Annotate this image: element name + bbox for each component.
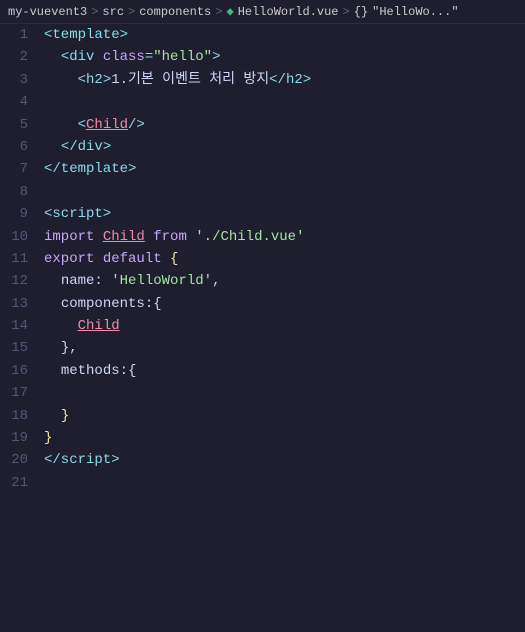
ln-12: 12 bbox=[0, 270, 36, 292]
ln-16: 16 bbox=[0, 360, 36, 382]
vue-icon: ◆ bbox=[226, 4, 233, 19]
ln-17: 17 bbox=[0, 382, 36, 404]
ln-19: 19 bbox=[0, 427, 36, 449]
line-numbers: 1 2 3 4 5 6 7 8 9 10 11 12 13 14 15 16 1… bbox=[0, 24, 36, 494]
code-line-17 bbox=[44, 382, 525, 404]
code-line-6: </div> bbox=[44, 136, 525, 158]
ln-13: 13 bbox=[0, 293, 36, 315]
code-line-15: }, bbox=[44, 337, 525, 359]
ln-20: 20 bbox=[0, 449, 36, 471]
code-line-12: name: 'HelloWorld', bbox=[44, 270, 525, 292]
breadcrumb-components[interactable]: components bbox=[139, 5, 211, 19]
code-lines: <template> <div class="hello"> <h2>1.기본 … bbox=[36, 24, 525, 494]
sep2: > bbox=[128, 5, 135, 19]
ln-11: 11 bbox=[0, 248, 36, 270]
breadcrumb-scope[interactable]: {} bbox=[354, 5, 368, 19]
code-line-8 bbox=[44, 181, 525, 203]
code-line-19: } bbox=[44, 427, 525, 449]
ln-9: 9 bbox=[0, 203, 36, 225]
breadcrumb-symbol[interactable]: "HelloWo..." bbox=[372, 5, 458, 19]
code-line-10: import Child from './Child.vue' bbox=[44, 226, 525, 248]
ln-3: 3 bbox=[0, 69, 36, 91]
code-line-5: <Child/> bbox=[44, 114, 525, 136]
code-line-11: export default { bbox=[44, 248, 525, 270]
code-line-16: methods:{ bbox=[44, 360, 525, 382]
code-line-18: } bbox=[44, 405, 525, 427]
ln-2: 2 bbox=[0, 46, 36, 68]
code-line-4 bbox=[44, 91, 525, 113]
code-line-13: components:{ bbox=[44, 293, 525, 315]
ln-14: 14 bbox=[0, 315, 36, 337]
breadcrumb-file[interactable]: HelloWorld.vue bbox=[238, 5, 339, 19]
sep1: > bbox=[91, 5, 98, 19]
sep3: > bbox=[215, 5, 222, 19]
ln-10: 10 bbox=[0, 226, 36, 248]
code-line-7: </template> bbox=[44, 158, 525, 180]
ln-5: 5 bbox=[0, 114, 36, 136]
code-line-3: <h2>1.기본 이벤트 처리 방지</h2> bbox=[44, 69, 525, 91]
ln-4: 4 bbox=[0, 91, 36, 113]
breadcrumb-project[interactable]: my-vuevent3 bbox=[8, 5, 87, 19]
ln-7: 7 bbox=[0, 158, 36, 180]
breadcrumb: my-vuevent3 > src > components > ◆ Hello… bbox=[0, 0, 525, 24]
code-line-9: <script> bbox=[44, 203, 525, 225]
ln-1: 1 bbox=[0, 24, 36, 46]
breadcrumb-src[interactable]: src bbox=[102, 5, 124, 19]
sep4: > bbox=[343, 5, 350, 19]
ln-8: 8 bbox=[0, 181, 36, 203]
code-line-20: </script> bbox=[44, 449, 525, 471]
code-line-21 bbox=[44, 472, 525, 494]
ln-18: 18 bbox=[0, 405, 36, 427]
code-line-2: <div class="hello"> bbox=[44, 46, 525, 68]
ln-15: 15 bbox=[0, 337, 36, 359]
code-line-1: <template> bbox=[44, 24, 525, 46]
ln-21: 21 bbox=[0, 472, 36, 494]
code-line-14: Child bbox=[44, 315, 525, 337]
code-editor: 1 2 3 4 5 6 7 8 9 10 11 12 13 14 15 16 1… bbox=[0, 24, 525, 494]
ln-6: 6 bbox=[0, 136, 36, 158]
